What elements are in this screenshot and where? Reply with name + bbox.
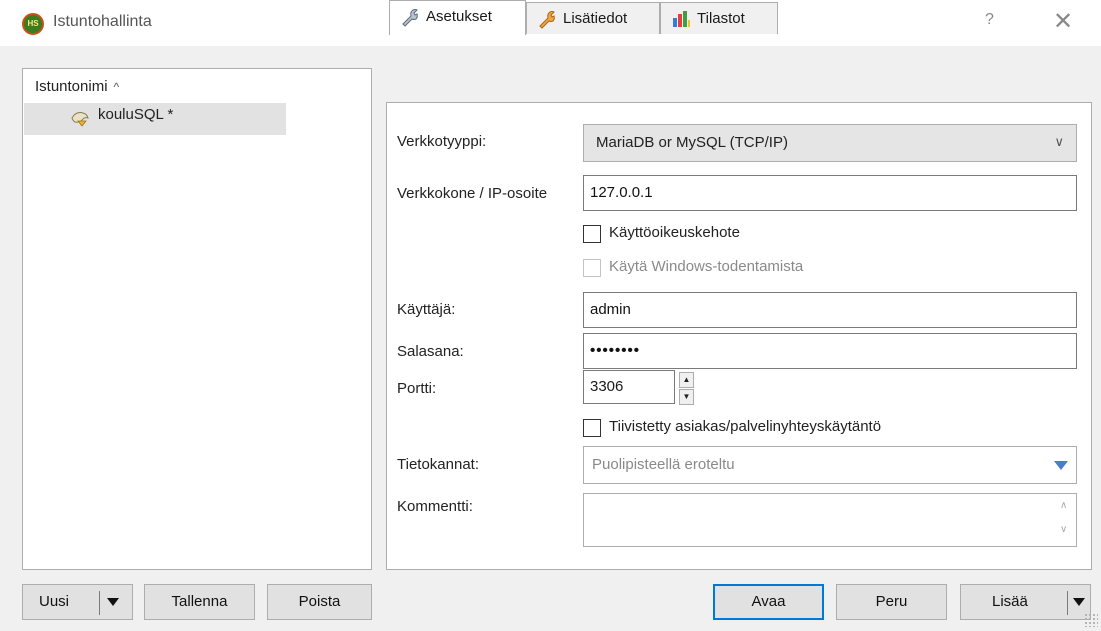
compressed-protocol-label: Tiivistetty asiakas/palvelinyhteyskäytän…	[609, 418, 882, 435]
split-divider	[99, 591, 100, 615]
wrench-orange-icon	[539, 11, 555, 29]
dropdown-arrow-icon[interactable]	[1073, 598, 1085, 606]
comment-scrollbar[interactable]: ∧ ∨	[1057, 496, 1074, 544]
help-button[interactable]: ?	[985, 11, 994, 29]
tab-asetukset[interactable]: Asetukset	[389, 0, 526, 35]
dropdown-arrow-icon[interactable]	[107, 598, 119, 606]
comment-label: Kommentti:	[397, 498, 473, 515]
delete-button[interactable]: Poista	[267, 584, 372, 620]
prompt-credentials-checkbox[interactable]	[583, 225, 601, 243]
bar-chart-icon	[673, 11, 690, 27]
cancel-button[interactable]: Peru	[836, 584, 947, 620]
user-input[interactable]: admin	[583, 292, 1077, 328]
chevron-down-icon: ∨	[1054, 134, 1064, 149]
network-type-label: Verkkotyyppi:	[397, 133, 487, 150]
sort-ascending-icon: ^	[113, 80, 120, 94]
host-label: Verkkokone / IP-osoite	[397, 185, 548, 202]
compressed-protocol-checkbox[interactable]	[583, 419, 601, 437]
scroll-down-icon[interactable]: ∨	[1060, 524, 1067, 535]
close-button[interactable]: ✕	[1053, 7, 1073, 36]
column-header-label: Istuntonimi	[35, 78, 108, 95]
dropdown-arrow-icon[interactable]	[1054, 461, 1068, 470]
host-input[interactable]: 127.0.0.1	[583, 175, 1077, 211]
session-list[interactable]: Istuntonimi ^ kouluSQL *	[22, 68, 372, 570]
port-input[interactable]: 3306	[583, 370, 675, 404]
session-item-label: kouluSQL *	[98, 106, 174, 123]
open-button[interactable]: Avaa	[713, 584, 824, 620]
scroll-up-icon[interactable]: ∧	[1060, 500, 1067, 511]
heidisql-logo-icon: HS	[22, 13, 44, 35]
password-input[interactable]: ••••••••	[583, 333, 1077, 369]
wrench-icon	[402, 9, 418, 27]
port-label: Portti:	[397, 380, 437, 397]
session-item[interactable]: kouluSQL *	[24, 103, 286, 135]
databases-input[interactable]: Puolipisteellä eroteltu	[583, 446, 1077, 484]
windows-auth-checkbox	[583, 259, 601, 277]
more-button-label: Lisää	[992, 593, 1028, 610]
databases-placeholder: Puolipisteellä eroteltu	[592, 456, 735, 473]
more-button[interactable]: Lisää	[960, 584, 1091, 620]
window-title: Istuntohallinta	[53, 13, 152, 30]
tab-tilastot[interactable]: Tilastot	[660, 2, 778, 34]
new-session-button[interactable]: Uusi	[22, 584, 133, 620]
tab-label: Asetukset	[426, 8, 492, 25]
new-button-label: Uusi	[39, 593, 70, 610]
windows-auth-label: Käytä Windows-todentamista	[609, 258, 804, 275]
comment-textarea[interactable]: ∧ ∨	[583, 493, 1077, 547]
split-divider	[1067, 591, 1068, 615]
tab-lisatiedot[interactable]: Lisätiedot	[526, 2, 660, 34]
session-name-column-header[interactable]: Istuntonimi ^	[35, 78, 119, 95]
network-type-value: MariaDB or MySQL (TCP/IP)	[596, 134, 788, 151]
tab-label: Tilastot	[697, 10, 745, 27]
port-decrement-button[interactable]: ▼	[679, 389, 694, 405]
dolphin-session-icon	[71, 112, 89, 127]
prompt-credentials-label: Käyttöoikeuskehote	[609, 224, 740, 241]
password-label: Salasana:	[397, 343, 464, 360]
save-button[interactable]: Tallenna	[144, 584, 255, 620]
port-increment-button[interactable]: ▲	[679, 372, 694, 388]
tab-label: Lisätiedot	[563, 10, 628, 27]
user-label: Käyttäjä:	[397, 301, 456, 318]
databases-label: Tietokannat:	[397, 456, 479, 473]
resize-grip-icon[interactable]	[1084, 613, 1098, 627]
network-type-select[interactable]: MariaDB or MySQL (TCP/IP) ∨	[583, 124, 1077, 162]
